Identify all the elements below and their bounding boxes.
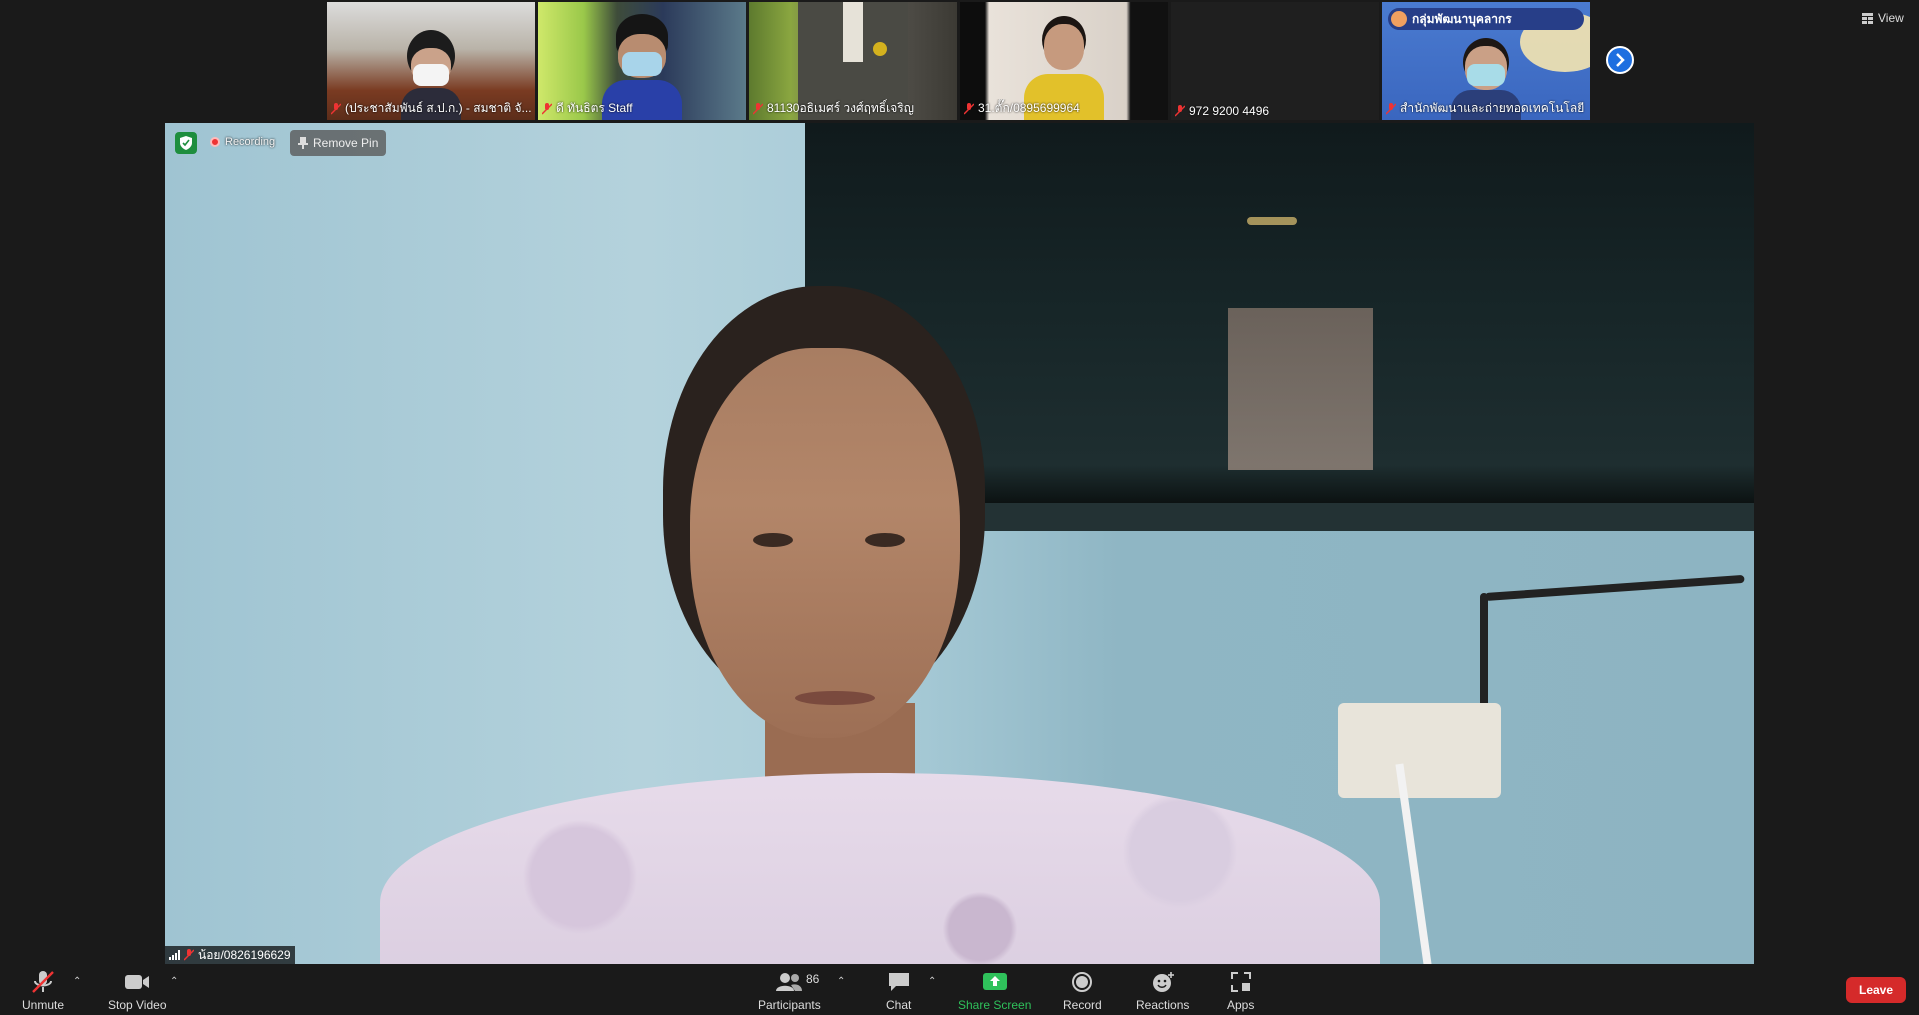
speaker-mouth: [795, 691, 875, 705]
record-button[interactable]: Record: [1063, 970, 1102, 1012]
chevron-right-icon: [1616, 53, 1625, 67]
video-camera-icon: [125, 975, 150, 989]
mic-muted-icon: [331, 102, 341, 115]
speaker-name: น้อย/0826196629: [198, 947, 291, 962]
next-page-button[interactable]: [1606, 46, 1634, 74]
leave-button[interactable]: Leave: [1846, 977, 1906, 1003]
participants-count: 86: [806, 972, 820, 986]
apps-icon: [1230, 972, 1251, 992]
chat-label: Chat: [886, 998, 912, 1012]
banner-text: กลุ่มพัฒนาบุคลากร: [1412, 12, 1512, 26]
participant-name: 81130อธิเมศร์ วงศ์ฤทธิ์เจริญ: [753, 99, 914, 118]
participants-options-caret[interactable]: ⌃: [837, 976, 845, 987]
stop-video-button[interactable]: Stop Video: [108, 970, 167, 1012]
reactions-button[interactable]: Reactions: [1136, 970, 1189, 1012]
reactions-label: Reactions: [1136, 998, 1190, 1012]
stop-video-label: Stop Video: [108, 998, 167, 1012]
video-options-caret[interactable]: ⌃: [170, 976, 178, 987]
encryption-shield-icon[interactable]: [175, 132, 197, 154]
share-screen-button[interactable]: Share Screen: [958, 970, 1031, 1012]
background-light: [1247, 217, 1297, 225]
shield-check-icon: [180, 136, 192, 150]
participants-label: Participants: [758, 998, 821, 1012]
mic-muted-icon: [1386, 102, 1396, 115]
mic-muted-icon: [32, 971, 54, 993]
participant-name-text: ดี ทันธิตร Staff: [556, 101, 633, 115]
participants-icon: [776, 973, 803, 991]
participant-tile[interactable]: 81130อธิเมศร์ วงศ์ฤทธิ์เจริญ: [749, 2, 957, 120]
pin-icon: [298, 137, 308, 149]
background-outlet: [1338, 703, 1501, 798]
view-button[interactable]: View: [1862, 11, 1904, 25]
participant-strip: (ประชาสัมพันธ์ ส.ป.ก.) - สมชาติ จั... ดี…: [327, 2, 1590, 120]
virtual-background-banner: กลุ่มพัฒนาบุคลากร: [1388, 8, 1584, 30]
chat-button[interactable]: Chat: [886, 970, 911, 1012]
participant-name: 972 9200 4496: [1175, 104, 1269, 118]
chat-bubble-icon: [888, 973, 909, 991]
participant-tile[interactable]: (ประชาสัมพันธ์ ส.ป.ก.) - สมชาติ จั...: [327, 2, 535, 120]
grid-view-icon: [1862, 12, 1873, 24]
meeting-toolbar: Unmute ⌃ Stop Video ⌃ Participants 86 ⌃ …: [0, 964, 1919, 1015]
mic-muted-icon: [1175, 105, 1185, 117]
record-icon: [1072, 972, 1093, 992]
participant-name: ดี ทันธิตร Staff: [542, 99, 633, 118]
participant-tile[interactable]: กลุ่มพัฒนาบุคลากร สำนักพัฒนาและถ่ายทอดเท…: [1382, 2, 1590, 120]
unmute-label: Unmute: [22, 998, 65, 1012]
record-label: Record: [1063, 998, 1102, 1012]
participant-tile[interactable]: 972 9200 4496: [1171, 2, 1379, 120]
remove-pin-label: Remove Pin: [313, 136, 379, 150]
share-screen-label: Share Screen: [958, 998, 1032, 1012]
participant-name-text: 81130อธิเมศร์ วงศ์ฤทธิ์เจริญ: [767, 101, 914, 115]
apps-label: Apps: [1227, 998, 1255, 1012]
logo-icon: [1391, 11, 1407, 27]
mic-muted-icon: [542, 102, 552, 115]
recording-dot-icon: [210, 137, 220, 147]
active-speaker-video[interactable]: Recording Remove Pin น้อย/0826196629: [165, 123, 1754, 964]
participant-tile[interactable]: 31.ตั๊ก/0895699964: [960, 2, 1168, 120]
audio-options-caret[interactable]: ⌃: [73, 976, 81, 987]
speaker-name-tag: น้อย/0826196629: [165, 946, 295, 964]
view-label: View: [1878, 11, 1904, 25]
smiley-icon: [1152, 972, 1174, 992]
participant-tile[interactable]: ดี ทันธิตร Staff: [538, 2, 746, 120]
remove-pin-button[interactable]: Remove Pin: [290, 130, 387, 156]
mic-muted-icon: [184, 949, 194, 961]
background-cable: [1484, 574, 1745, 601]
recording-indicator: Recording: [210, 136, 275, 148]
mic-muted-icon: [964, 102, 974, 115]
apps-button[interactable]: Apps: [1227, 970, 1254, 1012]
speaker-face: [690, 348, 960, 738]
participant-name-text: 972 9200 4496: [1189, 104, 1270, 118]
background-reflection: [1228, 308, 1373, 470]
speaker-eye: [753, 533, 793, 547]
participant-name-text: 31.ตั๊ก/0895699964: [978, 101, 1080, 115]
participant-name: 31.ตั๊ก/0895699964: [964, 99, 1080, 118]
signal-strength-icon: [169, 950, 180, 960]
participant-name: สำนักพัฒนาและถ่ายทอดเทคโนโลยี ...: [1386, 99, 1586, 118]
share-screen-icon: [982, 973, 1007, 990]
zoom-meeting-window: (ประชาสัมพันธ์ ส.ป.ก.) - สมชาติ จั... ดี…: [0, 0, 1919, 1015]
unmute-button[interactable]: Unmute: [22, 970, 64, 1012]
speaker-eye: [865, 533, 905, 547]
participant-name: (ประชาสัมพันธ์ ส.ป.ก.) - สมชาติ จั...: [331, 99, 531, 118]
recording-label: Recording: [225, 136, 276, 148]
chat-options-caret[interactable]: ⌃: [928, 976, 936, 987]
participant-name-text: สำนักพัฒนาและถ่ายทอดเทคโนโลยี ...: [1400, 101, 1586, 115]
mic-muted-icon: [753, 102, 763, 115]
speaker-shirt: [380, 773, 1380, 964]
participant-name-text: (ประชาสัมพันธ์ ส.ป.ก.) - สมชาติ จั...: [345, 101, 531, 115]
